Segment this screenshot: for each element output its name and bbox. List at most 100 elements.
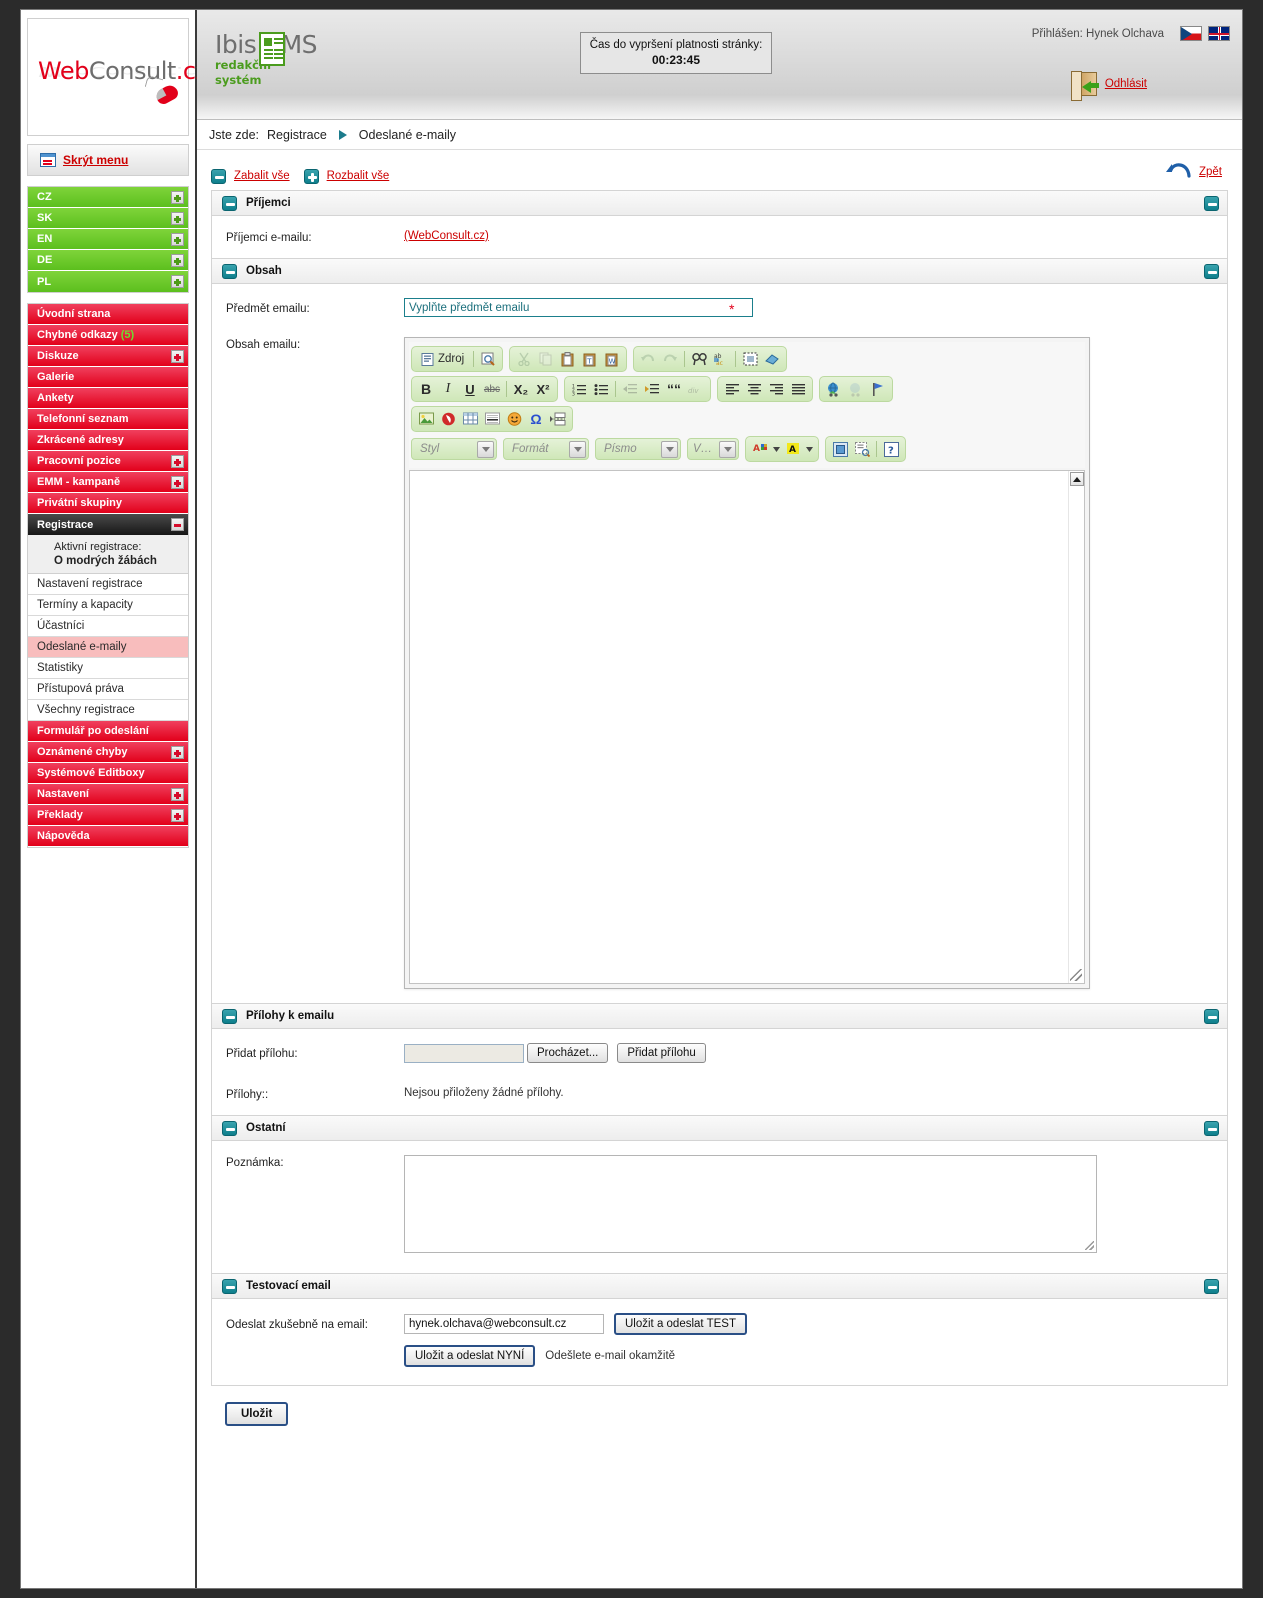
show-blocks-icon[interactable] bbox=[852, 439, 872, 459]
text-color-icon[interactable]: A bbox=[750, 439, 770, 459]
expand-plus-icon[interactable] bbox=[171, 475, 184, 489]
indent-icon[interactable] bbox=[642, 379, 662, 399]
strikethrough-icon[interactable]: abc bbox=[482, 379, 502, 399]
find-icon[interactable] bbox=[689, 349, 709, 369]
panel-recipients-header[interactable]: Příjemci bbox=[212, 191, 1227, 216]
hide-menu-label[interactable]: Skrýt menu bbox=[63, 153, 128, 167]
sidebar-item-systemove-editboxy[interactable]: Systémové Editboxy bbox=[28, 763, 188, 784]
cut-icon[interactable] bbox=[514, 349, 534, 369]
create-div-icon[interactable]: div bbox=[686, 379, 706, 399]
collapse-all-icon[interactable] bbox=[211, 168, 226, 184]
superscript-icon[interactable]: X² bbox=[533, 379, 553, 399]
redo-icon[interactable] bbox=[660, 349, 680, 369]
sidebar-item-terminy-a-kapacity[interactable]: Termíny a kapacity bbox=[28, 595, 188, 616]
chevron-down-icon[interactable] bbox=[569, 440, 586, 458]
collapse-minus-icon[interactable] bbox=[222, 1278, 237, 1294]
flag-cz-icon[interactable] bbox=[1180, 26, 1202, 41]
sidebar-item-telefonni-seznam[interactable]: Telefonní seznam bbox=[28, 409, 188, 430]
sidebar-item-privatni-skupiny[interactable]: Privátní skupiny bbox=[28, 493, 188, 514]
select-all-icon[interactable] bbox=[740, 349, 760, 369]
sidebar-item-uvodni-strana[interactable]: Úvodní strana bbox=[28, 304, 188, 325]
expand-plus-icon[interactable] bbox=[171, 454, 184, 468]
align-center-icon[interactable] bbox=[744, 379, 764, 399]
collapse-minus-icon-right[interactable] bbox=[1204, 195, 1219, 211]
chevron-down-icon[interactable] bbox=[719, 440, 736, 458]
align-left-icon[interactable] bbox=[722, 379, 742, 399]
collapse-minus-icon-right[interactable] bbox=[1204, 1008, 1219, 1024]
italic-icon[interactable]: I bbox=[438, 379, 458, 399]
note-resize-handle[interactable] bbox=[1085, 1241, 1094, 1250]
collapse-minus-icon-right[interactable] bbox=[1204, 263, 1219, 279]
expand-plus-icon[interactable] bbox=[171, 787, 184, 801]
special-char-icon[interactable]: Ω bbox=[526, 409, 546, 429]
panel-other-header[interactable]: Ostatní bbox=[212, 1116, 1227, 1141]
sidebar-item-odeslane-emaily[interactable]: Odeslané e-maily bbox=[28, 637, 188, 658]
source-icon[interactable]: Zdroj bbox=[416, 349, 469, 369]
table-icon[interactable] bbox=[460, 409, 480, 429]
link-icon[interactable] bbox=[824, 379, 844, 399]
size-select[interactable]: V… bbox=[687, 438, 739, 460]
recipients-value-link[interactable]: (WebConsult.cz) bbox=[404, 230, 489, 242]
numbered-list-icon[interactable]: 123 bbox=[569, 379, 589, 399]
maximize-icon[interactable] bbox=[830, 439, 850, 459]
sidebar-item-emm-kampane[interactable]: EMM - kampaně bbox=[28, 472, 188, 493]
expand-all-icon[interactable] bbox=[303, 168, 319, 184]
paste-from-word-icon[interactable]: W bbox=[602, 349, 622, 369]
expand-plus-icon[interactable] bbox=[171, 275, 184, 288]
chevron-down-icon[interactable] bbox=[477, 440, 494, 458]
outdent-icon[interactable] bbox=[620, 379, 640, 399]
sidebar-item-statistiky[interactable]: Statistiky bbox=[28, 658, 188, 679]
about-icon[interactable]: ? bbox=[881, 439, 901, 459]
collapse-all-link[interactable]: Zabalit vše bbox=[234, 170, 290, 182]
panel-content-header[interactable]: Obsah bbox=[212, 259, 1227, 284]
sidebar-lang-cz[interactable]: CZ bbox=[28, 187, 188, 208]
page-break-icon[interactable] bbox=[548, 409, 568, 429]
sidebar-item-ucastnici[interactable]: Účastníci bbox=[28, 616, 188, 637]
align-right-icon[interactable] bbox=[766, 379, 786, 399]
copy-icon[interactable] bbox=[536, 349, 556, 369]
breadcrumb-parent[interactable]: Registrace bbox=[267, 128, 327, 142]
expand-plus-icon[interactable] bbox=[171, 745, 184, 759]
sidebar-lang-en[interactable]: EN bbox=[28, 229, 188, 250]
collapse-minus-icon[interactable] bbox=[222, 1008, 237, 1024]
flash-icon[interactable] bbox=[438, 409, 458, 429]
sidebar-item-ankety[interactable]: Ankety bbox=[28, 388, 188, 409]
sidebar-item-pracovni-pozice[interactable]: Pracovní pozice bbox=[28, 451, 188, 472]
note-textarea[interactable] bbox=[404, 1155, 1097, 1253]
unlink-icon[interactable] bbox=[846, 379, 866, 399]
expand-plus-icon[interactable] bbox=[171, 349, 184, 363]
test-email-input[interactable] bbox=[404, 1314, 604, 1334]
sidebar-item-preklady[interactable]: Překlady bbox=[28, 805, 188, 826]
flag-en-icon[interactable] bbox=[1208, 26, 1230, 41]
preview-icon[interactable] bbox=[478, 349, 498, 369]
smiley-icon[interactable] bbox=[504, 409, 524, 429]
remove-format-icon[interactable] bbox=[762, 349, 782, 369]
anchor-icon[interactable] bbox=[868, 379, 888, 399]
sidebar-item-pristupova-prava[interactable]: Přístupová práva bbox=[28, 679, 188, 700]
editor-resize-handle[interactable] bbox=[1070, 969, 1082, 981]
scroll-up-button[interactable] bbox=[1069, 472, 1084, 486]
collapse-minus-icon-right[interactable] bbox=[1204, 1278, 1219, 1294]
subject-input[interactable] bbox=[404, 298, 753, 317]
horizontal-rule-icon[interactable] bbox=[482, 409, 502, 429]
sidebar-item-nastaveni-registrace[interactable]: Nastavení registrace bbox=[28, 574, 188, 595]
sidebar-lang-de[interactable]: DE bbox=[28, 250, 188, 271]
sidebar-item-oznamene-chyby[interactable]: Oznámené chyby bbox=[28, 742, 188, 763]
paste-icon[interactable] bbox=[558, 349, 578, 369]
bg-color-chevron-icon[interactable] bbox=[805, 439, 814, 459]
align-justify-icon[interactable] bbox=[788, 379, 808, 399]
save-button[interactable]: Uložit bbox=[225, 1402, 289, 1426]
format-select[interactable]: Formát bbox=[503, 438, 589, 460]
sidebar-item-napoveda[interactable]: Nápověda bbox=[28, 826, 188, 847]
expand-plus-icon[interactable] bbox=[171, 211, 184, 225]
sidebar-item-galerie[interactable]: Galerie bbox=[28, 367, 188, 388]
replace-icon[interactable]: ab ac bbox=[711, 349, 731, 369]
sidebar-item-nastaveni[interactable]: Nastavení bbox=[28, 784, 188, 805]
text-color-chevron-icon[interactable] bbox=[772, 439, 781, 459]
undo-icon[interactable] bbox=[638, 349, 658, 369]
font-select[interactable]: Písmo bbox=[595, 438, 681, 460]
style-select[interactable]: Styl bbox=[411, 438, 497, 460]
sidebar-item-chybne-odkazy[interactable]: Chybné odkazy (5) bbox=[28, 325, 188, 346]
back-button[interactable]: Zpět bbox=[1164, 160, 1228, 184]
collapse-minus-icon[interactable] bbox=[222, 1120, 237, 1136]
